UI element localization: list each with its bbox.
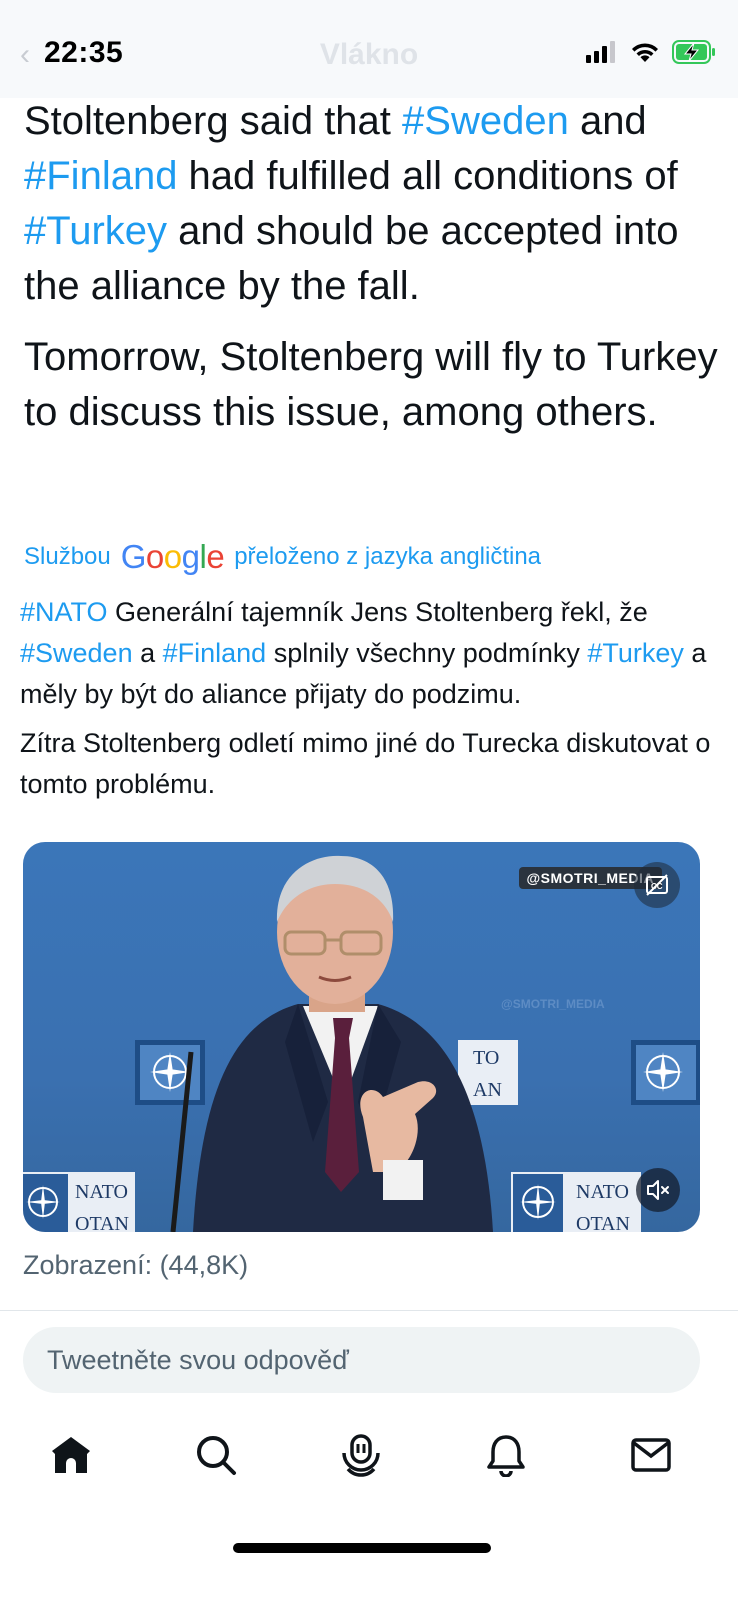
battery-charging-icon — [672, 40, 715, 64]
tweet-text-original: Stoltenberg said that #Sweden and #Finla… — [24, 94, 724, 456]
captions-off-icon: CC — [646, 874, 668, 896]
text-run: had fulfilled all conditions of — [177, 154, 678, 198]
hashtag-link[interactable]: #Turkey — [587, 638, 684, 668]
spaces-icon — [342, 1434, 380, 1477]
status-icons — [586, 40, 716, 64]
svg-text:TO: TO — [473, 1047, 499, 1069]
messages-icon — [631, 1438, 671, 1472]
translation-suffix: přeloženo z jazyka angličtina — [234, 543, 542, 570]
tab-home[interactable] — [46, 1430, 96, 1480]
hashtag-link[interactable]: #Turkey — [24, 209, 167, 253]
home-indicator[interactable] — [233, 1543, 491, 1553]
tab-notifications[interactable] — [481, 1430, 531, 1480]
translated-paragraph-2: Zítra Stoltenberg odletí mimo jiné do Tu… — [20, 728, 711, 799]
text-run: Generální tajemník Jens Stoltenberg řekl… — [107, 597, 648, 627]
text-run: splnily všechny podmínky — [266, 638, 588, 668]
hashtag-link[interactable]: #NATO — [20, 597, 108, 627]
translated-paragraph-1: #NATO Generální tajemník Jens Stoltenber… — [20, 592, 732, 715]
tab-spaces[interactable] — [336, 1430, 386, 1480]
volume-muted-icon — [647, 1180, 669, 1200]
text-run: and — [568, 99, 647, 143]
hashtag-link[interactable]: #Sweden — [20, 638, 133, 668]
nato-backdrop-logo-right — [631, 1040, 700, 1105]
top-bar: ‹ Vlákno 22:35 — [0, 0, 738, 98]
text-run: Stoltenberg said that — [24, 99, 403, 143]
home-icon — [52, 1437, 90, 1473]
faint-watermark: @SMOTRI_MEDIA — [501, 997, 605, 1011]
svg-text:OTAN: OTAN — [576, 1213, 630, 1232]
hashtag-link[interactable]: #Finland — [24, 154, 177, 198]
view-count[interactable]: Zobrazení: (44,8K) — [23, 1250, 248, 1281]
speaker-figure — [193, 855, 493, 1232]
notifications-icon — [487, 1435, 525, 1477]
svg-text:OTAN: OTAN — [75, 1213, 129, 1232]
divider — [0, 1310, 738, 1311]
reply-input[interactable]: Tweetněte svou odpověď — [23, 1327, 700, 1393]
svg-text:NATO: NATO — [75, 1181, 128, 1203]
translation-prefix: Službou — [24, 543, 111, 570]
nato-sign-bottom-right: NATO OTAN — [511, 1172, 641, 1232]
wifi-icon — [632, 43, 658, 62]
hashtag-link[interactable]: #Finland — [163, 638, 267, 668]
tweet-text-translated: #NATO Generální tajemník Jens Stoltenber… — [20, 592, 732, 813]
video-frame: @SMOTRI_MEDIA TO AN NATO OTAN NATO OTAN — [23, 855, 700, 1232]
search-icon — [197, 1436, 236, 1475]
text-run: a — [132, 638, 163, 668]
reply-placeholder: Tweetněte svou odpověď — [47, 1344, 349, 1375]
svg-text:AN: AN — [473, 1079, 502, 1101]
mute-button[interactable] — [636, 1168, 680, 1212]
nato-backdrop-logo-left — [135, 1040, 205, 1105]
translation-attribution[interactable]: Službou Google přeloženo z jazyka anglič… — [24, 538, 541, 576]
nato-sign-bottom-left: NATO OTAN — [23, 1172, 135, 1232]
svg-text:NATO: NATO — [576, 1181, 629, 1203]
cellular-signal-icon — [586, 41, 615, 63]
hashtag-link[interactable]: #Sweden — [402, 99, 569, 143]
status-time: 22:35 — [44, 36, 124, 69]
bottom-tab-bar — [0, 1420, 738, 1490]
captions-button[interactable]: CC — [634, 862, 680, 908]
tab-search[interactable] — [191, 1430, 241, 1480]
google-logo: Google — [120, 538, 225, 575]
tab-messages[interactable] — [626, 1430, 676, 1480]
tweet-paragraph-2: Tomorrow, Stoltenberg will fly to Turkey… — [24, 335, 718, 434]
video-player[interactable]: @SMOTRI_MEDIA TO AN NATO OTAN NATO OTAN … — [23, 842, 700, 1232]
tweet-paragraph-1: Stoltenberg said that #Sweden and #Finla… — [24, 94, 724, 314]
